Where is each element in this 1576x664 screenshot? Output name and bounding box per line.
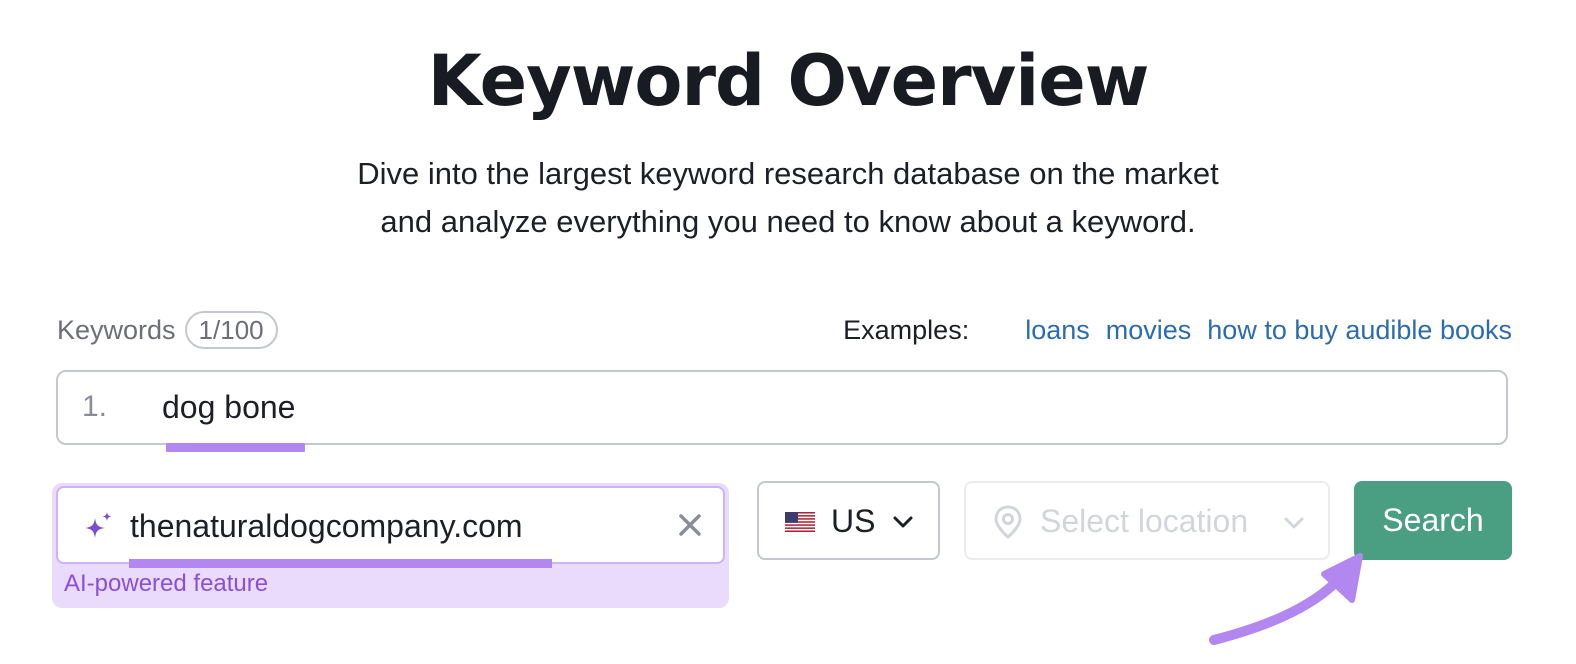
keyword-overview-page: Keyword Overview Dive into the largest k… — [0, 0, 1576, 664]
example-link-audible-books[interactable]: how to buy audible books — [1207, 315, 1512, 346]
examples-group: Examples: loans movies how to buy audibl… — [843, 310, 1512, 350]
chevron-down-icon — [893, 516, 913, 528]
subtitle-line-1: Dive into the largest keyword research d… — [357, 156, 1219, 191]
example-link-movies[interactable]: movies — [1106, 315, 1192, 346]
keyword-line-number: 1. — [82, 390, 108, 423]
chevron-down-icon — [1284, 517, 1304, 529]
keyword-entry[interactable]: dog bone — [162, 389, 295, 426]
domain-highlight-underline — [129, 559, 552, 568]
examples-label: Examples: — [843, 314, 970, 345]
close-icon[interactable] — [673, 508, 707, 542]
location-pin-icon — [994, 505, 1022, 539]
us-flag-icon — [785, 512, 815, 532]
keyword-highlight-underline — [166, 443, 305, 452]
country-select-value: US — [831, 503, 876, 539]
page-title: Keyword Overview — [427, 40, 1150, 122]
ai-feature-caption: AI-powered feature — [64, 570, 269, 597]
keywords-label-group: Keywords 1/100 — [57, 310, 278, 350]
sparkle-icon — [85, 512, 112, 538]
location-select-placeholder: Select location — [1040, 503, 1249, 539]
subtitle-line-2: and analyze everything you need to know … — [380, 204, 1196, 239]
domain-input-value[interactable]: thenaturaldogcompany.com — [130, 508, 523, 545]
domain-input[interactable]: thenaturaldogcompany.com — [56, 486, 725, 564]
example-link-loans[interactable]: loans — [1025, 315, 1090, 346]
country-select[interactable]: US — [757, 481, 940, 560]
keywords-label: Keywords — [57, 314, 176, 345]
keywords-textarea[interactable]: 1. dog bone — [56, 370, 1508, 445]
page-subtitle: Dive into the largest keyword research d… — [0, 150, 1576, 246]
keywords-counter-badge: 1/100 — [184, 311, 278, 349]
pointer-arrow-icon — [1209, 553, 1363, 645]
